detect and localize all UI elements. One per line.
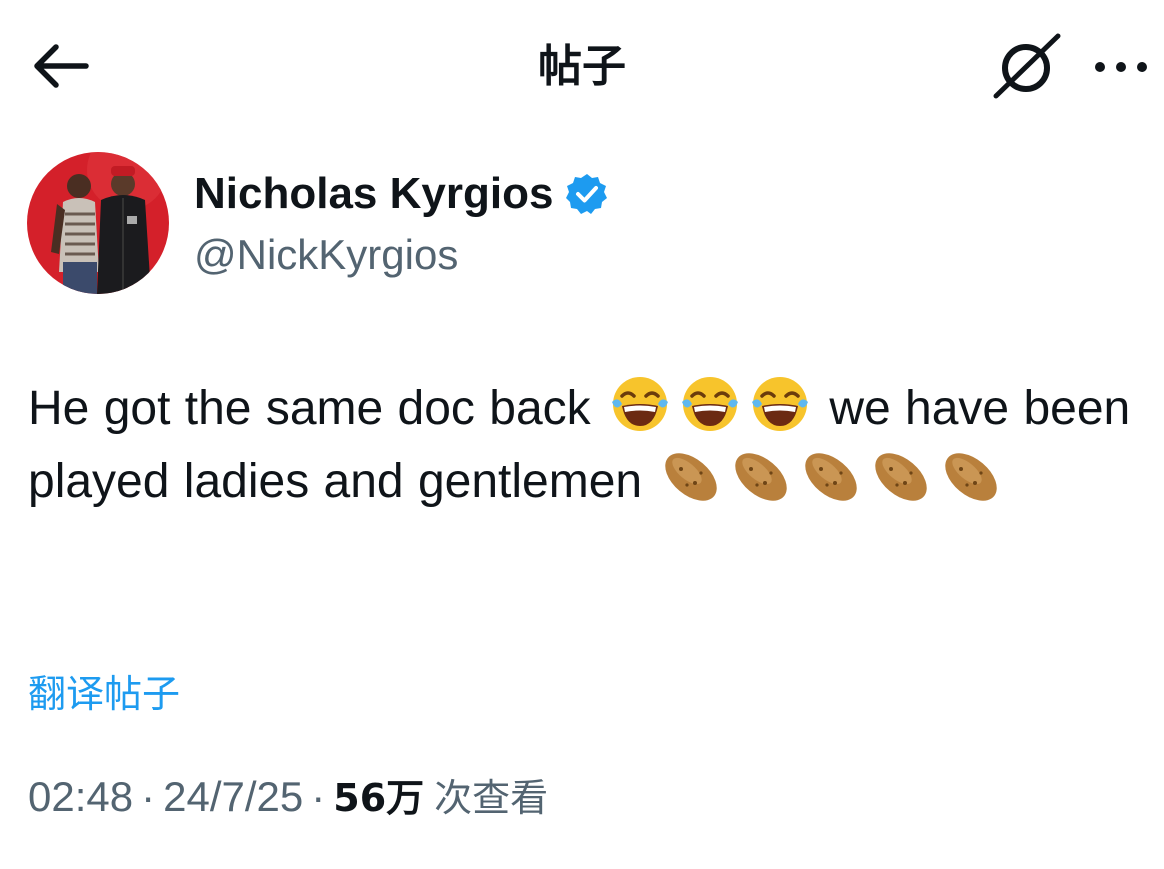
grok-button[interactable] <box>992 32 1062 102</box>
meta-separator: · <box>311 773 326 820</box>
views-label: 次查看 <box>434 776 549 820</box>
views-count[interactable]: 56万 <box>333 776 424 820</box>
author-name-row: Nicholas Kyrgios <box>194 166 609 222</box>
potato-emoji-icon <box>939 445 1003 509</box>
potato-emoji-icon <box>869 445 933 509</box>
author-handle[interactable]: @NickKyrgios <box>194 228 458 282</box>
laughing-emoji-icon <box>608 372 672 436</box>
more-dots-icon <box>1090 52 1154 82</box>
laughing-emoji-icon <box>748 372 812 436</box>
verified-badge-icon[interactable] <box>565 172 609 216</box>
post-date[interactable]: 24/7/25 <box>163 773 303 820</box>
author-name[interactable]: Nicholas Kyrgios <box>194 166 553 222</box>
avatar[interactable] <box>27 152 169 294</box>
top-bar: 帖子 <box>0 0 1164 130</box>
potato-emoji-icon <box>799 445 863 509</box>
post-text-part1: He got the same doc back <box>28 382 591 435</box>
translate-post-link[interactable]: 翻译帖子 <box>28 670 180 718</box>
page-title: 帖子 <box>538 41 626 92</box>
more-button[interactable] <box>1090 52 1154 82</box>
potato-emoji-icon <box>729 445 793 509</box>
post-time[interactable]: 02:48 <box>28 773 133 820</box>
meta-separator: · <box>141 773 156 820</box>
potato-emoji-icon <box>659 445 723 509</box>
grok-slash-icon <box>992 32 1062 102</box>
post-meta: 02:48 · 24/7/25 · 56万 次查看 <box>28 770 548 825</box>
post-text: He got the same doc back we have been pl… <box>28 372 1148 518</box>
laughing-emoji-icon <box>678 372 742 436</box>
